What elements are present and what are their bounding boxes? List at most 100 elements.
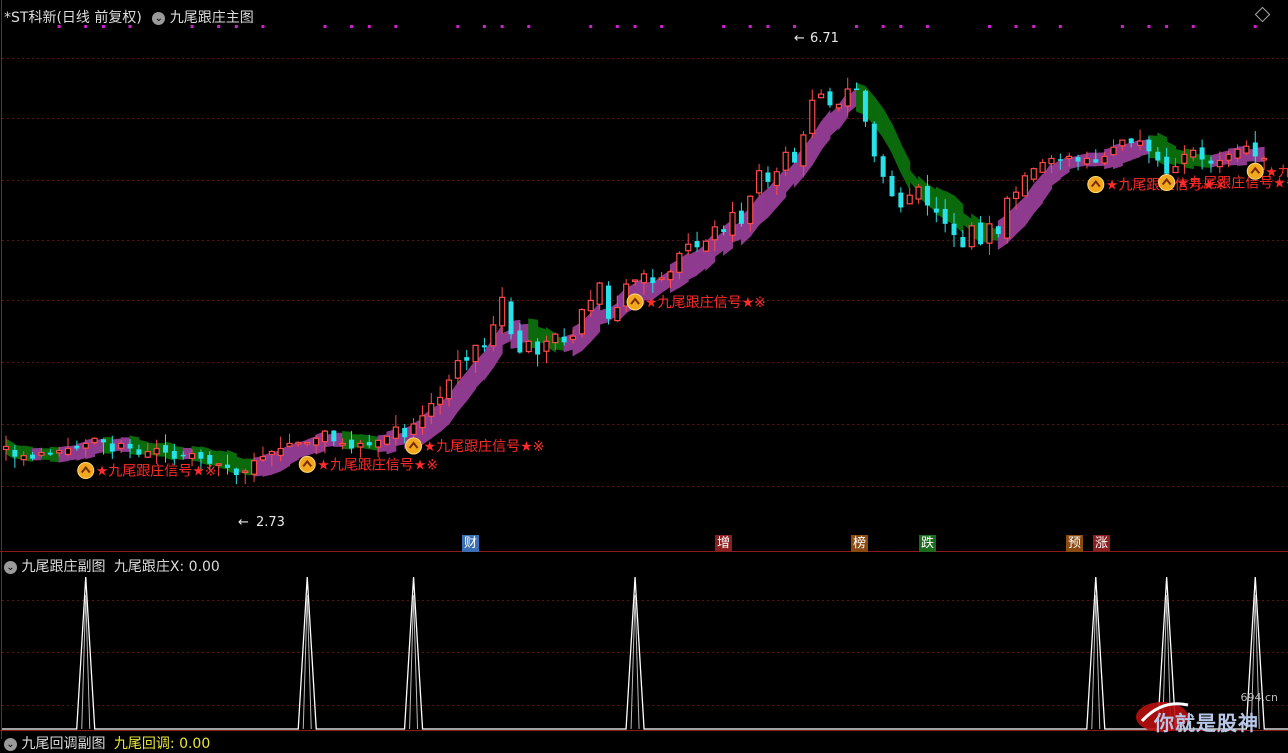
candle-29[interactable] <box>259 446 267 463</box>
stock-title: *ST科新(日线 前复权) <box>4 10 142 26</box>
candle-77[interactable] <box>685 233 692 255</box>
chevron-down-icon[interactable]: ⌄ <box>152 12 166 25</box>
candle-89[interactable] <box>792 147 798 164</box>
candle-108[interactable] <box>960 230 966 248</box>
news-badge-1[interactable]: 增 <box>715 535 733 552</box>
candle-body-130 <box>1155 151 1161 161</box>
candle-body-1 <box>12 449 18 457</box>
candle-body-37 <box>331 430 337 442</box>
top-dot-129 <box>1147 25 1151 28</box>
chart-canvas[interactable]: ★九尾跟庄信号★※ ★九尾跟庄信号★※★九尾跟庄信号★※★九尾跟庄信号★※★九尾跟… <box>0 0 1288 739</box>
candle-102[interactable] <box>906 188 913 205</box>
candle-100[interactable] <box>889 170 895 197</box>
candle-99[interactable] <box>880 154 886 184</box>
candle-body-77 <box>685 243 692 252</box>
candle-60[interactable] <box>535 338 541 367</box>
candle-43[interactable] <box>383 435 391 446</box>
candle-body-21 <box>188 453 196 459</box>
candle-body-126 <box>1119 139 1126 147</box>
candle-body-84 <box>747 195 754 225</box>
band-segment-117 <box>1033 173 1044 215</box>
candle-body-117 <box>1039 161 1046 173</box>
top-dot-66 <box>589 25 593 28</box>
candle-body-109 <box>968 225 975 248</box>
candle-98[interactable] <box>871 121 877 163</box>
candle-79[interactable] <box>702 239 710 253</box>
band-segment-115 <box>1015 196 1026 235</box>
bottom-indicator-name[interactable]: 九尾回调副图 <box>21 736 105 752</box>
candle-117[interactable] <box>1039 159 1046 173</box>
candle-body-3 <box>30 454 36 459</box>
top-dot-44 <box>394 25 398 28</box>
candle-52[interactable] <box>464 349 470 371</box>
candle-0[interactable] <box>2 435 10 461</box>
candle-78[interactable] <box>694 231 700 252</box>
kline-chart-screen[interactable]: ★九尾跟庄信号★※ ★九尾跟庄信号★※ ★九尾跟庄信号★※ ★九尾跟庄信号★※ ★九尾跟… <box>0 0 1288 752</box>
sub-indicator-name[interactable]: 九尾跟庄副图 <box>21 559 105 575</box>
candle-body-96 <box>854 88 860 91</box>
candle-93[interactable] <box>827 87 833 108</box>
chevron-down-icon[interactable]: ⌄ <box>4 738 17 751</box>
candle-91[interactable] <box>809 89 816 139</box>
candle-103[interactable] <box>915 183 922 204</box>
candle-85[interactable] <box>755 163 763 197</box>
news-badge-3[interactable]: 跌 <box>919 535 937 552</box>
candle-body-91 <box>809 99 816 134</box>
candle-body-12 <box>109 443 115 452</box>
candle-57[interactable] <box>508 297 514 340</box>
candle-55[interactable] <box>490 315 497 352</box>
candle-body-142 <box>1261 157 1268 161</box>
candle-body-25 <box>225 464 230 468</box>
band-segment-100 <box>882 107 893 155</box>
candle-body-18 <box>162 445 168 453</box>
candle-113[interactable] <box>1004 195 1011 244</box>
candle-body-94 <box>835 103 842 109</box>
candle-32[interactable] <box>286 433 293 448</box>
news-badge-4[interactable]: 预 <box>1066 535 1084 552</box>
candle-body-132 <box>1172 166 1179 174</box>
candle-56[interactable] <box>499 287 506 335</box>
candle-body-9 <box>82 442 89 449</box>
candle-body-136 <box>1208 160 1214 164</box>
candle-65[interactable] <box>578 308 586 338</box>
candle-140[interactable] <box>1243 140 1250 156</box>
candle-28[interactable] <box>250 452 258 483</box>
candle-body-90 <box>800 134 807 167</box>
news-badge-5[interactable]: 涨 <box>1093 535 1111 552</box>
candle-125[interactable] <box>1110 139 1117 157</box>
signal-label-1: ★九尾跟庄信号★※ <box>317 456 438 473</box>
candle-body-11 <box>100 439 106 443</box>
top-dot-84 <box>748 25 752 28</box>
candle-body-19 <box>171 450 177 459</box>
candle-body-128 <box>1136 140 1144 146</box>
news-badge-0[interactable]: 财 <box>462 535 480 552</box>
candle-26[interactable] <box>233 467 239 485</box>
news-badge-2[interactable]: 榜 <box>851 535 869 552</box>
candle-111[interactable] <box>986 215 993 255</box>
top-dot-29 <box>261 25 265 28</box>
candle-97[interactable] <box>862 89 868 128</box>
candle-51[interactable] <box>454 350 461 385</box>
candle-68[interactable] <box>605 281 611 325</box>
candle-101[interactable] <box>898 187 904 213</box>
candle-115[interactable] <box>1021 172 1029 197</box>
candle-body-106 <box>942 208 948 224</box>
candle-109[interactable] <box>968 221 975 250</box>
candle-59[interactable] <box>525 339 532 354</box>
candle-129[interactable] <box>1146 136 1152 164</box>
candle-body-88 <box>782 151 789 171</box>
candle-27[interactable] <box>242 468 249 485</box>
candle-24[interactable] <box>215 463 222 477</box>
candlestick-series[interactable] <box>2 77 1268 485</box>
candle-104[interactable] <box>924 174 930 216</box>
chevron-down-icon[interactable]: ⌄ <box>4 561 17 574</box>
high-arrow: ← <box>794 31 805 46</box>
candle-92[interactable] <box>818 89 825 99</box>
candle-83[interactable] <box>738 202 744 227</box>
candle-body-114 <box>1012 191 1020 200</box>
candle-body-133 <box>1181 153 1188 164</box>
main-indicator-name[interactable]: 九尾跟庄主图 <box>170 10 254 26</box>
top-dot-119 <box>1058 25 1062 28</box>
candle-body-120 <box>1066 155 1073 160</box>
candle-86[interactable] <box>765 166 771 189</box>
